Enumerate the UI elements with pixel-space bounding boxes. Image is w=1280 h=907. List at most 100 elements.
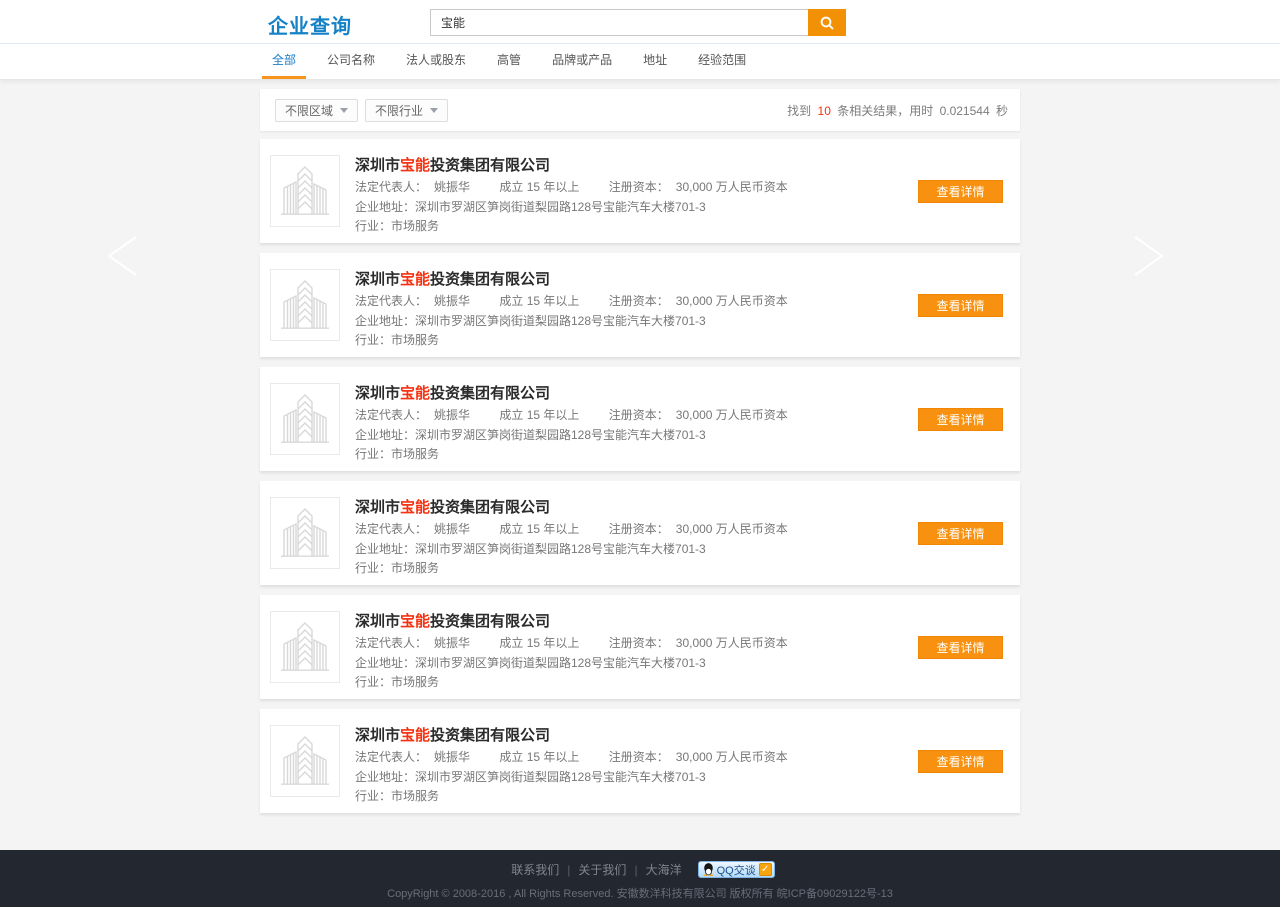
stats-prefix: 找到 — [787, 104, 811, 118]
stats-suffix: 秒 — [996, 104, 1008, 118]
main-content: 不限区域 不限行业 找到 10 条相关结果，用时 0.021544 秒 — [0, 80, 1280, 850]
tab-company-name[interactable]: 公司名称 — [317, 44, 385, 79]
company-logo-placeholder — [270, 269, 340, 341]
company-name-suffix: 投资集团有限公司 — [430, 499, 550, 516]
tab-legal-or-shareholder[interactable]: 法人或股东 — [396, 44, 476, 79]
company-industry: 行业：市场服务 — [355, 561, 1020, 577]
registered-capital-value: 30,000 万人民币资本 — [676, 408, 788, 422]
registered-capital-label: 注册资本： — [609, 180, 669, 194]
view-details-button[interactable]: 查看详情 — [918, 522, 1003, 545]
company-name-link[interactable]: 深圳市宝能投资集团有限公司 — [355, 726, 1020, 746]
caret-down-icon — [340, 108, 348, 113]
registered-capital-label: 注册资本： — [609, 522, 669, 536]
legal-rep-value: 姚振华 — [434, 636, 470, 650]
company-name-highlight: 宝能 — [400, 613, 430, 630]
qq-chat-label: QQ交谈 — [717, 862, 756, 878]
footer-links: 联系我们 | 关于我们 | 大海洋 QQ交谈 ✓ — [0, 861, 1280, 878]
legal-rep-value: 姚振华 — [434, 408, 470, 422]
company-info: 深圳市宝能投资集团有限公司 法定代表人：姚振华 成立 15 年以上 注册资本：3… — [260, 367, 1020, 463]
footer: 联系我们 | 关于我们 | 大海洋 QQ交谈 ✓ CopyRight © 200… — [0, 850, 1280, 907]
company-name-link[interactable]: 深圳市宝能投资集团有限公司 — [355, 384, 1020, 404]
building-icon — [277, 732, 333, 790]
registered-capital-label: 注册资本： — [609, 294, 669, 308]
footer-separator: | — [567, 863, 570, 877]
company-logo-placeholder — [270, 725, 340, 797]
tab-all[interactable]: 全部 — [262, 44, 306, 79]
building-icon — [277, 276, 333, 334]
footer-link-about-us[interactable]: 关于我们 — [578, 861, 626, 878]
company-name-suffix: 投资集团有限公司 — [430, 157, 550, 174]
company-name-link[interactable]: 深圳市宝能投资集团有限公司 — [355, 498, 1020, 518]
result-card: 深圳市宝能投资集团有限公司 法定代表人：姚振华 成立 15 年以上 注册资本：3… — [260, 139, 1020, 243]
building-icon — [277, 504, 333, 562]
footer-link-contact-us[interactable]: 联系我们 — [511, 861, 559, 878]
view-details-button[interactable]: 查看详情 — [918, 636, 1003, 659]
tab-brand-or-product[interactable]: 品牌或产品 — [542, 44, 622, 79]
company-name-prefix: 深圳市 — [355, 727, 400, 744]
building-icon — [277, 162, 333, 220]
company-info: 深圳市宝能投资集团有限公司 法定代表人：姚振华 成立 15 年以上 注册资本：3… — [260, 253, 1020, 349]
legal-rep-value: 姚振华 — [434, 180, 470, 194]
result-card: 深圳市宝能投资集团有限公司 法定代表人：姚振华 成立 15 年以上 注册资本：3… — [260, 253, 1020, 357]
legal-rep-label: 法定代表人： — [355, 750, 427, 764]
view-details-button[interactable]: 查看详情 — [918, 294, 1003, 317]
copyright-text: CopyRight © 2008-2016 , All Rights Reser… — [0, 885, 1280, 901]
founded-value: 成立 15 年以上 — [499, 522, 579, 536]
company-industry: 行业：市场服务 — [355, 333, 1020, 349]
tab-executives[interactable]: 高管 — [487, 44, 531, 79]
view-details-button[interactable]: 查看详情 — [918, 408, 1003, 431]
search-button[interactable] — [808, 9, 846, 36]
result-card: 深圳市宝能投资集团有限公司 法定代表人：姚振华 成立 15 年以上 注册资本：3… — [260, 481, 1020, 585]
company-name-link[interactable]: 深圳市宝能投资集团有限公司 — [355, 612, 1020, 632]
company-industry: 行业：市场服务 — [355, 447, 1020, 463]
region-filter-label: 不限区域 — [285, 102, 333, 119]
company-name-prefix: 深圳市 — [355, 385, 400, 402]
footer-link-dahaiyang[interactable]: 大海洋 — [646, 861, 682, 878]
company-info: 深圳市宝能投资集团有限公司 法定代表人：姚振华 成立 15 年以上 注册资本：3… — [260, 139, 1020, 235]
company-name-suffix: 投资集团有限公司 — [430, 613, 550, 630]
tab-address[interactable]: 地址 — [633, 44, 677, 79]
tab-business-scope[interactable]: 经验范围 — [688, 44, 756, 79]
company-name-link[interactable]: 深圳市宝能投资集团有限公司 — [355, 156, 1020, 176]
region-filter-dropdown[interactable]: 不限区域 — [275, 99, 358, 122]
elapsed-time: 0.021544 — [940, 104, 990, 118]
legal-rep-label: 法定代表人： — [355, 522, 427, 536]
building-icon — [277, 390, 333, 448]
view-details-button[interactable]: 查看详情 — [918, 180, 1003, 203]
view-details-button[interactable]: 查看详情 — [918, 750, 1003, 773]
company-name-highlight: 宝能 — [400, 157, 430, 174]
site-logo[interactable]: 企业查询 — [268, 10, 352, 39]
search-type-tabs: 全部 公司名称 法人或股东 高管 品牌或产品 地址 经验范围 — [0, 44, 1280, 80]
legal-rep-label: 法定代表人： — [355, 636, 427, 650]
footer-separator: | — [634, 863, 637, 877]
qq-penguin-icon — [703, 863, 714, 876]
results-container: 不限区域 不限行业 找到 10 条相关结果，用时 0.021544 秒 — [260, 89, 1020, 813]
registered-capital-value: 30,000 万人民币资本 — [676, 180, 788, 194]
industry-filter-label: 不限行业 — [375, 102, 423, 119]
legal-rep-value: 姚振华 — [434, 750, 470, 764]
company-name-prefix: 深圳市 — [355, 613, 400, 630]
check-icon: ✓ — [759, 863, 772, 876]
company-name-suffix: 投资集团有限公司 — [430, 271, 550, 288]
caret-down-icon — [430, 108, 438, 113]
company-name-link[interactable]: 深圳市宝能投资集团有限公司 — [355, 270, 1020, 290]
results-list: 深圳市宝能投资集团有限公司 法定代表人：姚振华 成立 15 年以上 注册资本：3… — [260, 139, 1020, 813]
chevron-right-icon[interactable] — [1132, 235, 1168, 277]
stats-middle: 条相关结果，用时 — [837, 104, 933, 118]
filter-panel: 不限区域 不限行业 找到 10 条相关结果，用时 0.021544 秒 — [260, 89, 1020, 131]
company-name-prefix: 深圳市 — [355, 271, 400, 288]
industry-filter-dropdown[interactable]: 不限行业 — [365, 99, 448, 122]
company-industry: 行业：市场服务 — [355, 675, 1020, 691]
company-name-prefix: 深圳市 — [355, 499, 400, 516]
chevron-left-icon[interactable] — [103, 235, 139, 277]
founded-value: 成立 15 年以上 — [499, 180, 579, 194]
company-info: 深圳市宝能投资集团有限公司 法定代表人：姚振华 成立 15 年以上 注册资本：3… — [260, 709, 1020, 805]
company-name-highlight: 宝能 — [400, 499, 430, 516]
result-card: 深圳市宝能投资集团有限公司 法定代表人：姚振华 成立 15 年以上 注册资本：3… — [260, 595, 1020, 699]
search-stats: 找到 10 条相关结果，用时 0.021544 秒 — [787, 102, 1008, 119]
legal-rep-value: 姚振华 — [434, 522, 470, 536]
founded-value: 成立 15 年以上 — [499, 750, 579, 764]
founded-value: 成立 15 年以上 — [499, 636, 579, 650]
search-input[interactable] — [430, 9, 808, 36]
qq-chat-button[interactable]: QQ交谈 ✓ — [698, 861, 775, 878]
